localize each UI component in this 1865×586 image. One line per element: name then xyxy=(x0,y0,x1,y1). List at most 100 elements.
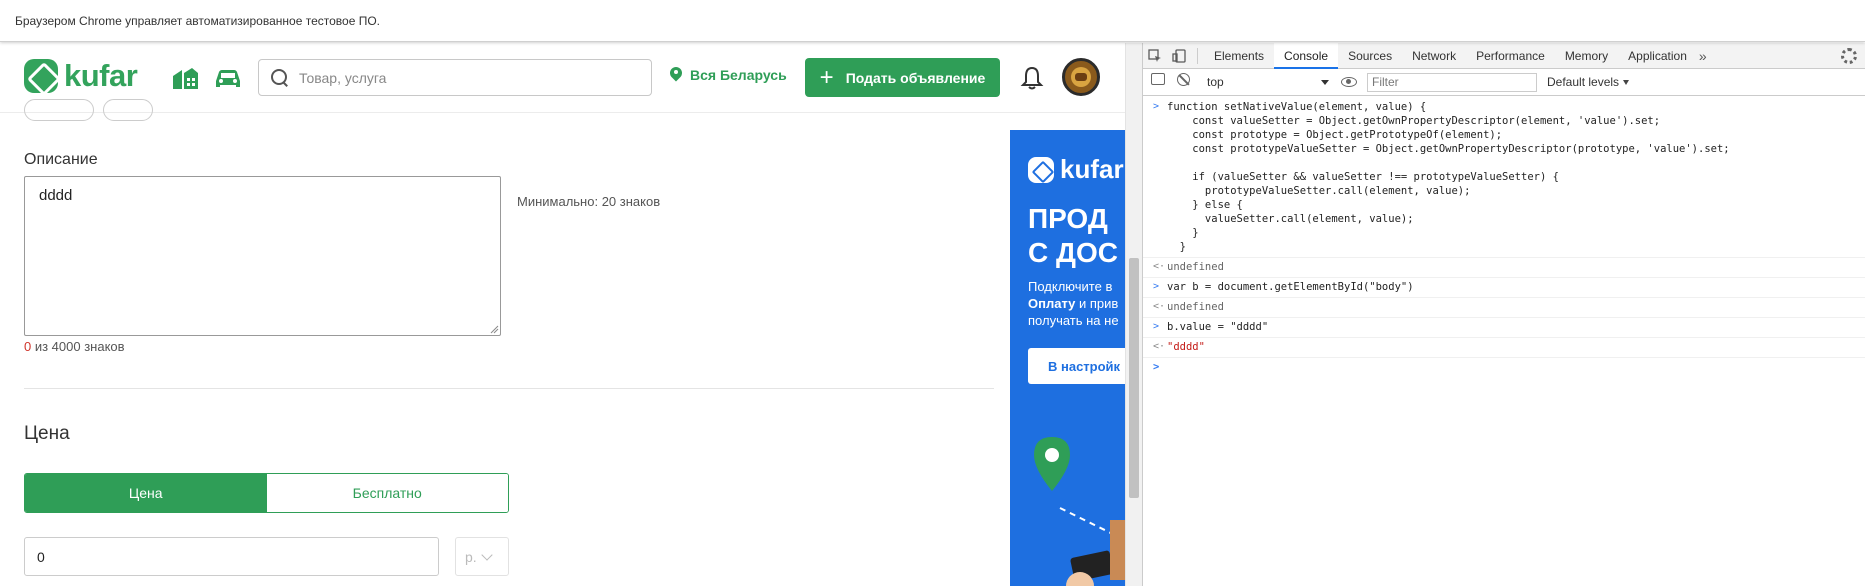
plus-icon: + xyxy=(819,63,834,91)
dropdown-arrow-icon xyxy=(1321,79,1329,85)
code-line: if (valueSetter && valueSetter !== proto… xyxy=(1167,171,1559,183)
ad-illustration xyxy=(1059,507,1125,586)
console-sidebar-icon[interactable] xyxy=(1151,73,1169,91)
tab-memory[interactable]: Memory xyxy=(1555,43,1618,69)
page-scrollbar-thumb[interactable] xyxy=(1129,258,1139,498)
location-pin-icon xyxy=(670,67,682,83)
price-input[interactable] xyxy=(24,537,439,576)
code-line: const prototype = Object.getPrototypeOf(… xyxy=(1167,129,1503,141)
console-input-entry: > function setNativeValue(element, value… xyxy=(1143,98,1865,258)
console-output[interactable]: > function setNativeValue(element, value… xyxy=(1143,98,1865,586)
code-line: } xyxy=(1167,241,1186,253)
map-pin-icon xyxy=(1034,437,1070,491)
code-line: const prototypeValueSetter = Object.getO… xyxy=(1167,143,1730,155)
bell-icon[interactable] xyxy=(1020,65,1044,91)
code-line: var b = document.getElementById("body") xyxy=(1167,281,1414,293)
inspect-element-icon[interactable] xyxy=(1143,44,1167,68)
devtools-tabbar: Elements Console Sources Network Perform… xyxy=(1143,42,1865,69)
description-textarea[interactable]: dddd xyxy=(24,176,501,336)
code-line: } xyxy=(1167,227,1199,239)
tab-console[interactable]: Console xyxy=(1274,42,1339,69)
ad-body-text: Подключите в Оплату и прив получать на н… xyxy=(1028,278,1119,329)
currency-select[interactable]: р. xyxy=(455,537,509,576)
input-prompt-icon: > xyxy=(1153,361,1160,373)
ad-logo-text: kufar xyxy=(1060,154,1124,184)
tab-performance[interactable]: Performance xyxy=(1466,43,1555,69)
log-levels-label: Default levels xyxy=(1547,75,1620,89)
real-estate-icon[interactable] xyxy=(170,65,200,91)
page-scrollbar[interactable] xyxy=(1125,43,1142,586)
search-box[interactable] xyxy=(258,59,652,96)
code-line: valueSetter.call(element, value); xyxy=(1167,213,1414,225)
more-tabs-icon[interactable]: » xyxy=(1699,48,1707,64)
console-result-entry: <· "dddd" xyxy=(1143,338,1865,358)
console-prompt[interactable]: > xyxy=(1143,358,1865,378)
price-type-toggle: Цена Бесплатно xyxy=(24,473,509,513)
ad-body-bold: Оплату xyxy=(1028,296,1076,311)
ad-body-line: Оплату и прив xyxy=(1028,295,1119,312)
console-filter-input[interactable] xyxy=(1367,72,1537,92)
kufar-logo[interactable]: kufar xyxy=(24,58,138,93)
tab-network[interactable]: Network xyxy=(1402,43,1466,69)
clear-console-icon[interactable] xyxy=(1177,73,1195,91)
ad-headline: ПРОД С ДОС xyxy=(1028,202,1118,270)
char-counter-rest: из 4000 знаков xyxy=(31,339,125,354)
code-line: b.value = "dddd" xyxy=(1167,321,1269,333)
page-viewport: kufar Вся Беларусь + Подать объявление xyxy=(0,43,1125,586)
ad-banner[interactable]: kufar ПРОД С ДОС Подключите в Оплату и п… xyxy=(1010,130,1125,586)
code-line: function setNativeValue(element, value) … xyxy=(1167,101,1427,113)
currency-value: р. xyxy=(465,548,477,565)
post-ad-label: Подать объявление xyxy=(845,69,986,86)
tab-application[interactable]: Application xyxy=(1618,43,1697,69)
console-result-entry: <· undefined xyxy=(1143,298,1865,318)
search-input[interactable] xyxy=(299,69,639,86)
live-expression-eye-icon[interactable] xyxy=(1341,77,1357,87)
ad-headline-line: ПРОД xyxy=(1028,203,1108,234)
search-icon xyxy=(271,68,289,87)
result-arrow-icon: <· xyxy=(1153,301,1166,312)
toolbar-separator xyxy=(1197,47,1198,64)
log-levels-dropdown[interactable]: Default levels xyxy=(1547,75,1630,89)
min-length-hint: Минимально: 20 знаков xyxy=(517,194,661,209)
device-toolbar-icon[interactable] xyxy=(1167,44,1191,68)
previous-chip[interactable] xyxy=(103,99,153,121)
console-input-entry: > var b = document.getElementById("body"… xyxy=(1143,278,1865,298)
region-label: Вся Беларусь xyxy=(690,67,787,83)
context-value: top xyxy=(1207,75,1224,89)
section-divider xyxy=(24,388,994,389)
post-ad-button[interactable]: + Подать объявление xyxy=(805,58,1000,97)
automation-infobar: Браузером Chrome управляет автоматизиров… xyxy=(0,0,1865,42)
resize-grip-icon[interactable] xyxy=(489,324,499,334)
input-prompt-icon: > xyxy=(1153,281,1160,292)
console-input-entry: > b.value = "dddd" xyxy=(1143,318,1865,338)
result-arrow-icon: <· xyxy=(1153,261,1166,272)
kufar-logo-icon xyxy=(1028,156,1054,183)
price-option-free[interactable]: Бесплатно xyxy=(266,474,508,512)
ad-body-line: получать на не xyxy=(1028,313,1119,328)
price-section-title: Цена xyxy=(24,423,70,444)
car-icon[interactable] xyxy=(213,65,243,91)
console-result-entry: <· undefined xyxy=(1143,258,1865,278)
chevron-down-icon xyxy=(481,548,493,561)
kufar-logo-icon xyxy=(24,59,58,93)
user-avatar[interactable] xyxy=(1062,58,1100,96)
previous-chip[interactable] xyxy=(24,99,94,121)
price-option-paid[interactable]: Цена xyxy=(25,474,267,512)
input-prompt-icon: > xyxy=(1153,101,1160,112)
tab-elements[interactable]: Elements xyxy=(1204,43,1274,69)
ad-settings-button[interactable]: В настройк xyxy=(1028,348,1125,384)
result-arrow-icon: <· xyxy=(1153,341,1166,352)
result-value: undefined xyxy=(1167,261,1224,273)
result-value: undefined xyxy=(1167,301,1224,313)
code-line: } else { xyxy=(1167,199,1243,211)
description-label: Описание xyxy=(24,151,98,168)
logo-text: kufar xyxy=(64,58,138,93)
region-selector[interactable]: Вся Беларусь xyxy=(670,67,787,83)
ad-body-line: Подключите в xyxy=(1028,279,1113,294)
devtools-panel: Elements Console Sources Network Perform… xyxy=(1142,42,1865,586)
tab-sources[interactable]: Sources xyxy=(1338,43,1402,69)
context-selector[interactable]: top xyxy=(1203,73,1333,92)
gear-icon[interactable] xyxy=(1841,48,1857,64)
infobar-text: Браузером Chrome управляет автоматизиров… xyxy=(15,14,380,28)
